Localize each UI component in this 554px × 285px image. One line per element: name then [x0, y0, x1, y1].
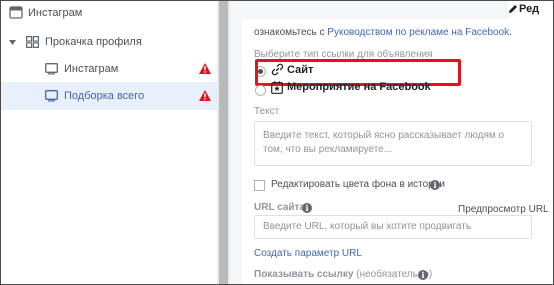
- tab-edit-label: Ред: [519, 3, 540, 15]
- caret-down-icon[interactable]: [9, 40, 16, 45]
- info-icon[interactable]: i: [302, 203, 312, 213]
- warning-icon: [199, 90, 211, 104]
- ad-guide-link[interactable]: Руководством по рекламе на Facebook: [327, 27, 509, 38]
- intro-prefix: ознакомьтесь с: [254, 27, 328, 38]
- info-icon[interactable]: i: [430, 180, 440, 190]
- event-star-icon: [271, 81, 283, 97]
- website-url-placeholder: Введите URL, который вы хотите продвигат…: [263, 221, 472, 232]
- ads-manager-window: Инстаграм Прокачка профиля Инстаграм Под…: [0, 0, 554, 285]
- story-bg-checkbox[interactable]: [254, 180, 265, 191]
- ad-editor-panel: Ред ознакомьтесь с Руководством по рекла…: [230, 1, 553, 284]
- adset-grid-icon: [26, 36, 39, 48]
- tree-scrollbar-thumb[interactable]: [219, 1, 228, 284]
- folder-icon: [9, 6, 23, 19]
- tree-item-ad-instagram[interactable]: Инстаграм: [1, 55, 217, 83]
- info-icon[interactable]: i: [418, 270, 428, 280]
- tree-item-adset[interactable]: Прокачка профиля: [1, 28, 217, 56]
- tree-item-label: Подборка всего: [64, 90, 145, 102]
- tree-item-label: Инстаграм: [64, 63, 119, 75]
- url-preview-link[interactable]: Предпросмотр URL: [458, 204, 549, 215]
- campaign-tree-panel: Инстаграм Прокачка профиля Инстаграм Под…: [1, 1, 217, 284]
- tree-item-ad-selection[interactable]: Подборка всего: [1, 82, 217, 110]
- tree-item-label: Инстаграм: [28, 7, 83, 19]
- tab-edit[interactable]: Ред: [508, 1, 553, 21]
- ad-text-placeholder: Введите текст, который ясно рассказывает…: [263, 130, 505, 155]
- text-field-label: Текст: [254, 106, 280, 117]
- tree-item-label: Прокачка профиля: [45, 36, 142, 48]
- show-link-text: Показывать ссылку: [254, 269, 354, 280]
- monitor-icon: [45, 63, 58, 75]
- website-url-field[interactable]: Введите URL, который вы хотите продвигат…: [254, 215, 532, 239]
- pencil-icon: [508, 4, 518, 17]
- ad-form: ознакомьтесь с Руководством по рекламе н…: [242, 19, 553, 284]
- ad-text-field[interactable]: Введите текст, который ясно рассказывает…: [254, 121, 532, 166]
- show-link-label: Показывать ссылку (необязательно): [254, 269, 432, 280]
- intro-text: ознакомьтесь с Руководством по рекламе н…: [254, 27, 512, 38]
- monitor-icon: [45, 90, 58, 102]
- warning-icon: [199, 63, 211, 77]
- tree-item-campaign[interactable]: Инстаграм: [1, 1, 217, 27]
- story-bg-label[interactable]: Редактировать цвета фона в истории: [271, 179, 445, 190]
- event-option-label[interactable]: Мероприятие на Facebook: [287, 81, 431, 93]
- url-field-label: URL сайта: [254, 202, 306, 213]
- create-url-parameter-link[interactable]: Создать параметр URL: [254, 248, 362, 259]
- event-radio[interactable]: [255, 85, 266, 96]
- intro-suffix: .: [509, 27, 512, 38]
